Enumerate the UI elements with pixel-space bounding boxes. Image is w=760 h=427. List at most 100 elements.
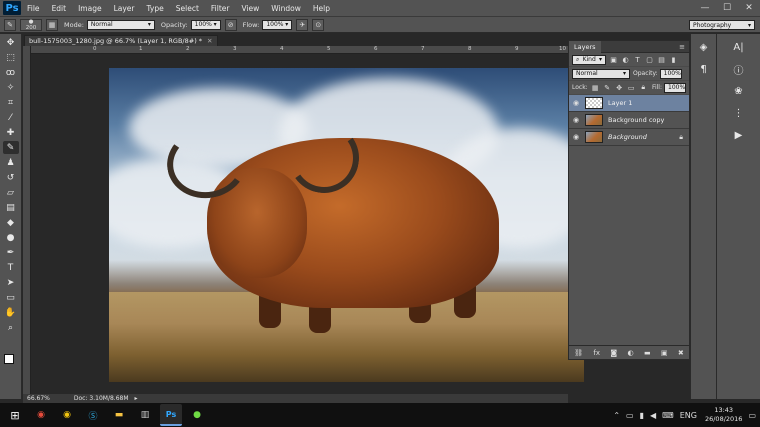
pressure-size-icon[interactable]: ⊙	[312, 18, 325, 31]
file-explorer-icon[interactable]: ▬	[108, 404, 130, 426]
adjustments-icon[interactable]: ❀	[729, 82, 749, 100]
chrome-icon[interactable]: ◉	[30, 404, 52, 426]
character-icon[interactable]: A|	[729, 38, 749, 56]
foreground-color-swatch[interactable]	[4, 354, 14, 364]
clock[interactable]: 13:43 26/08/2016	[705, 406, 742, 424]
type-tool-icon[interactable]: T	[3, 261, 19, 274]
flow-field[interactable]: 100% ▾	[262, 19, 293, 30]
brush-tool-icon[interactable]: ✎	[2, 141, 19, 154]
menu-type[interactable]: Type	[141, 4, 170, 13]
filter-toggle-icon[interactable]: ▮	[669, 55, 678, 64]
image-canvas[interactable]	[109, 68, 584, 382]
menu-image[interactable]: Image	[72, 4, 108, 13]
visibility-eye-icon[interactable]: ◉	[571, 115, 581, 125]
brush-tool-preset-icon[interactable]: ✎	[4, 18, 16, 31]
blend-mode-select[interactable]: Normal ▾	[572, 68, 630, 79]
eraser-tool-icon[interactable]: ▱	[3, 186, 19, 199]
action-center-icon[interactable]: ▭	[748, 411, 756, 420]
windows-start-icon[interactable]: ⊞	[4, 404, 26, 426]
lock-transparent-icon[interactable]: ▦	[591, 83, 600, 92]
menu-view[interactable]: View	[235, 4, 265, 13]
visibility-eye-icon[interactable]: ◉	[571, 132, 581, 142]
eyedropper-tool-icon[interactable]: ⁄	[3, 111, 19, 124]
minimize-button[interactable]: —	[694, 0, 716, 16]
brush-presets-icon[interactable]: ⋮	[729, 104, 749, 122]
marquee-tool-icon[interactable]: ⬚	[3, 51, 19, 64]
filter-smart-object-icon[interactable]: ▤	[657, 55, 666, 64]
filter-pixel-icon[interactable]: ▣	[609, 55, 618, 64]
healing-tool-icon[interactable]: ✚	[3, 126, 19, 139]
chevron-right-icon[interactable]: ▸	[135, 395, 138, 402]
play-actions-icon[interactable]: ▶	[729, 126, 749, 144]
maximize-button[interactable]: ☐	[716, 0, 738, 16]
menu-file[interactable]: File	[21, 4, 46, 13]
brush-size-picker[interactable]: ● 200	[20, 18, 42, 31]
notification-icon[interactable]: ▭	[626, 411, 634, 420]
panel-menu-icon[interactable]: ≡	[679, 43, 685, 51]
network-icon[interactable]: ▮	[640, 411, 644, 420]
close-icon[interactable]: ✕	[207, 37, 212, 45]
photoshop-taskbar-icon[interactable]: Ps	[160, 404, 182, 426]
lock-artboard-icon[interactable]: ▭	[627, 83, 636, 92]
menu-filter[interactable]: Filter	[205, 4, 236, 13]
zoom-level[interactable]: 66.67%	[27, 395, 50, 402]
lock-pixels-icon[interactable]: ✎	[603, 83, 612, 92]
document-tab[interactable]: bull-1575003_1280.jpg @ 66.7% (Layer 1, …	[24, 35, 218, 46]
menu-edit[interactable]: Edit	[46, 4, 73, 13]
trash-icon[interactable]: ✖	[678, 349, 684, 357]
add-mask-icon[interactable]: ◙	[610, 349, 617, 357]
path-select-tool-icon[interactable]: ➤	[3, 276, 19, 289]
skype-icon[interactable]: Ⓢ	[82, 404, 104, 426]
gradient-tool-icon[interactable]: ▤	[3, 201, 19, 214]
adjustment-layer-icon[interactable]: ◐	[628, 349, 634, 357]
input-language[interactable]: ENG	[680, 411, 697, 420]
info-icon[interactable]: ⓘ	[729, 60, 749, 78]
workspace-select[interactable]: Photography ▾	[689, 20, 755, 30]
airbrush-icon[interactable]: ✈	[296, 18, 309, 31]
menu-select[interactable]: Select	[170, 4, 205, 13]
hand-tool-icon[interactable]: ✋	[3, 306, 19, 319]
lasso-tool-icon[interactable]: ꝏ	[3, 66, 19, 79]
layers-panel-icon[interactable]: ◈	[694, 38, 714, 56]
brush-panel-icon[interactable]: ▦	[46, 18, 58, 31]
pen-tool-icon[interactable]: ✒	[3, 246, 19, 259]
chrome-canary-icon[interactable]: ◉	[56, 404, 78, 426]
layer-fill-field[interactable]: 100%	[664, 82, 686, 93]
filter-adjustment-icon[interactable]: ◐	[621, 55, 630, 64]
shape-tool-icon[interactable]: ▭	[3, 291, 19, 304]
close-button[interactable]: ✕	[738, 0, 760, 16]
filter-type-icon[interactable]: T	[633, 55, 642, 64]
visibility-eye-icon[interactable]: ◉	[571, 98, 581, 108]
pressure-opacity-icon[interactable]: ⊘	[224, 18, 237, 31]
opacity-field[interactable]: 100% ▾	[190, 19, 221, 30]
quick-select-tool-icon[interactable]: ✧	[3, 81, 19, 94]
layer-style-icon[interactable]: fx	[593, 349, 600, 357]
blur-tool-icon[interactable]: ◆	[3, 216, 19, 229]
upwork-icon[interactable]: ●	[186, 404, 208, 426]
menu-layer[interactable]: Layer	[108, 4, 141, 13]
paragraph-icon[interactable]: ¶	[694, 60, 714, 78]
mode-select[interactable]: Normal ▾	[86, 19, 155, 30]
layer-opacity-field[interactable]: 100%	[659, 68, 682, 79]
new-layer-icon[interactable]: ▣	[661, 349, 668, 357]
dodge-tool-icon[interactable]: ●	[3, 231, 19, 244]
chevron-up-icon[interactable]: ⌃	[613, 411, 620, 420]
history-brush-tool-icon[interactable]: ↺	[3, 171, 19, 184]
document-app-icon[interactable]: ▥	[134, 404, 156, 426]
stamp-tool-icon[interactable]: ♟	[3, 156, 19, 169]
layer-row[interactable]: ◉ Background copy	[569, 112, 689, 129]
link-layers-icon[interactable]: ⛓	[574, 349, 583, 357]
filter-shape-icon[interactable]: ▢	[645, 55, 654, 64]
layer-row[interactable]: ◉ Layer 1	[569, 95, 689, 112]
move-tool-icon[interactable]: ✥	[3, 36, 19, 49]
menu-window[interactable]: Window	[265, 4, 307, 13]
zoom-tool-icon[interactable]: ⌕	[3, 321, 19, 334]
document-size-info[interactable]: Doc: 3.10M/8.68M	[74, 395, 129, 402]
lock-position-icon[interactable]: ✥	[615, 83, 624, 92]
keyboard-icon[interactable]: ⌨	[662, 411, 674, 420]
new-group-icon[interactable]: ▬	[644, 349, 651, 357]
tab-layers[interactable]: Layers	[569, 40, 601, 53]
layer-row[interactable]: ◉ Background 🔒︎	[569, 129, 689, 146]
lock-all-icon[interactable]: 🔒︎	[639, 83, 648, 92]
menu-help[interactable]: Help	[307, 4, 336, 13]
